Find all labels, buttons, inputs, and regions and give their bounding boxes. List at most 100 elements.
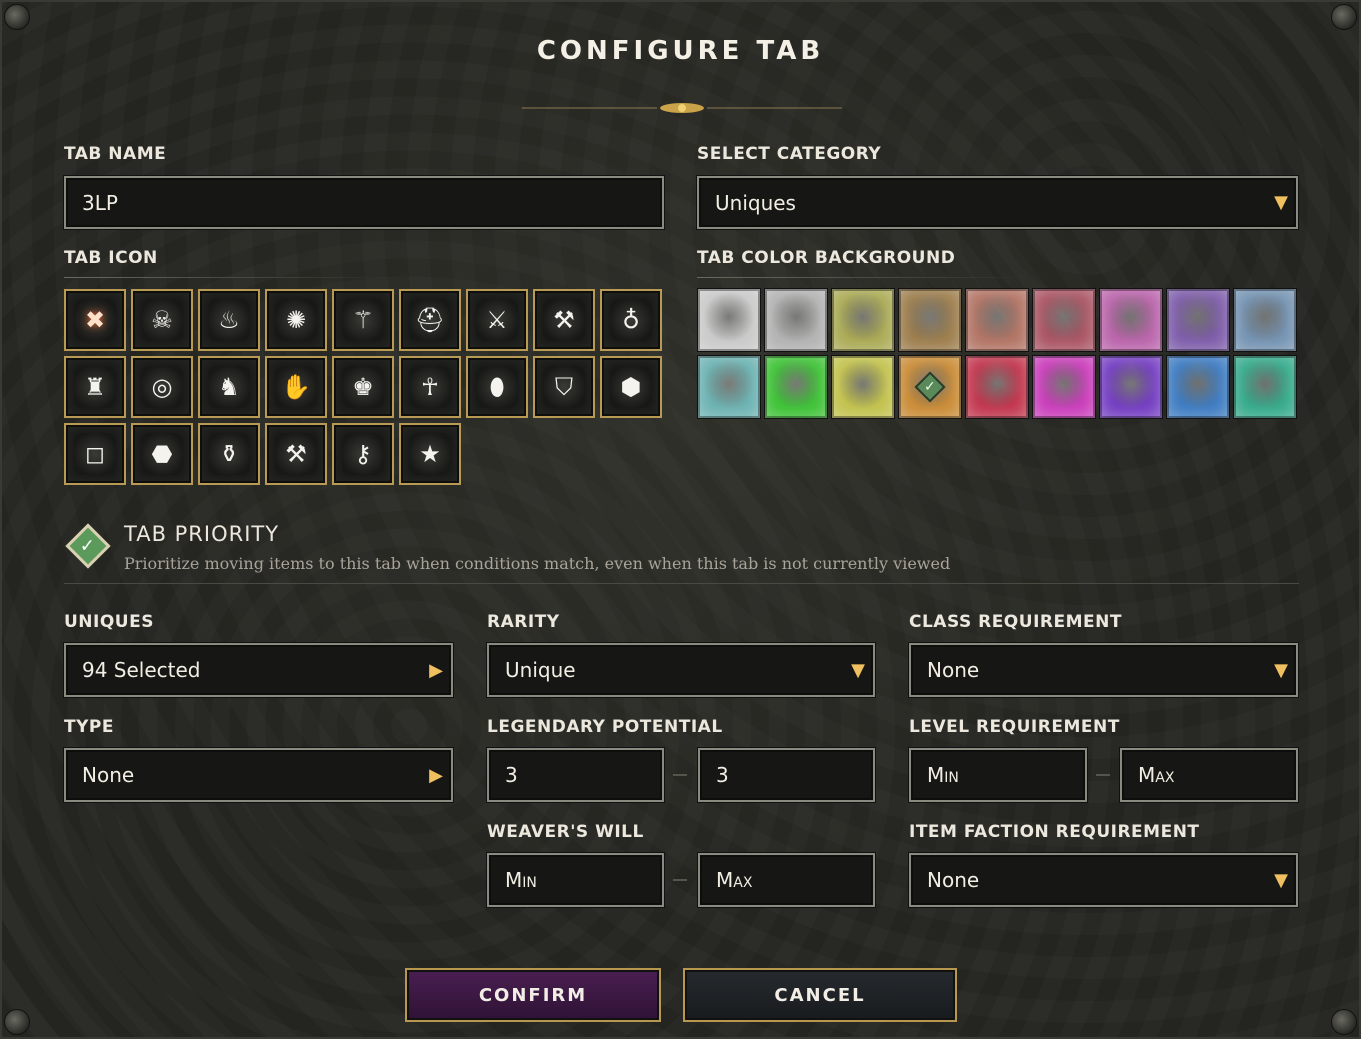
tab-color-swatch[interactable] xyxy=(697,288,761,352)
chevron-right-icon: ▶ xyxy=(429,659,443,681)
chevron-down-icon: ▼ xyxy=(1274,192,1288,213)
tab-icon-option[interactable]: ☠ xyxy=(131,289,193,351)
tab-color-swatch[interactable] xyxy=(1233,288,1297,352)
level-requirement-min-value: Min xyxy=(927,763,959,787)
corner-ornament xyxy=(4,4,30,30)
item-faction-requirement-label: ITEM FACTION REQUIREMENT xyxy=(909,822,1200,842)
item-faction-requirement-dropdown[interactable]: None ▼ xyxy=(909,853,1298,907)
legendary-potential-max-input[interactable]: 3 xyxy=(698,748,875,802)
tab-color-swatch[interactable] xyxy=(764,288,828,352)
uniques-label: UNIQUES xyxy=(64,612,154,632)
select-category-value: Uniques xyxy=(715,190,796,215)
weavers-will-max-value: Max xyxy=(716,868,753,892)
tab-color-swatch[interactable] xyxy=(965,355,1029,419)
helmet-icon: ♚ xyxy=(342,366,384,408)
potions-icon: ⚱ xyxy=(208,433,250,475)
tab-color-swatch[interactable] xyxy=(1032,355,1096,419)
tab-icon-option[interactable]: ⚷ xyxy=(332,423,394,485)
relic-icon: ⬮ xyxy=(476,366,518,408)
star-icon: ★ xyxy=(409,433,451,475)
selected-check-icon: ✓ xyxy=(914,371,946,403)
level-requirement-max-input[interactable]: Max xyxy=(1120,748,1298,802)
chevron-down-icon: ▼ xyxy=(851,659,865,681)
tab-icon-option[interactable]: ⬮ xyxy=(466,356,528,418)
tab-icon-option[interactable]: ⬣ xyxy=(131,423,193,485)
tab-color-swatch[interactable] xyxy=(831,288,895,352)
key-icon: ⚷ xyxy=(342,433,384,475)
sword-icon: ⚔ xyxy=(476,299,518,341)
armor-icon: ♜ xyxy=(74,366,116,408)
select-category-dropdown[interactable]: Uniques ▼ xyxy=(697,176,1298,229)
level-requirement-max-value: Max xyxy=(1138,763,1175,787)
rarity-label: RARITY xyxy=(487,612,560,632)
tab-name-label: TAB NAME xyxy=(64,144,167,164)
uniques-value: 94 Selected xyxy=(82,658,201,682)
tab-icon-option[interactable]: ✋ xyxy=(265,356,327,418)
gloves-icon: ✋ xyxy=(275,366,317,408)
tab-icon-option[interactable]: ⚒ xyxy=(533,289,595,351)
tab-icon-option[interactable]: ✖ xyxy=(64,289,126,351)
figures-icon: ⚚ xyxy=(342,299,384,341)
checkmark-icon: ✓ xyxy=(80,535,96,557)
tab-color-swatch[interactable] xyxy=(831,355,895,419)
tab-icon-label: TAB ICON xyxy=(64,248,158,268)
tab-color-swatch[interactable]: ✓ xyxy=(898,355,962,419)
section-divider xyxy=(64,583,1299,584)
tab-icon-option[interactable]: ⛉ xyxy=(533,356,595,418)
item-faction-requirement-value: None xyxy=(927,868,980,892)
tab-color-swatch[interactable] xyxy=(697,355,761,419)
tab-icon-option[interactable]: ♁ xyxy=(600,289,662,351)
tab-icon-option[interactable]: ⬢ xyxy=(600,356,662,418)
range-separator xyxy=(673,879,687,881)
amulet-icon: ☥ xyxy=(409,366,451,408)
tab-color-swatch[interactable] xyxy=(965,288,1029,352)
weavers-will-label: WEAVER'S WILL xyxy=(487,822,644,842)
tab-icon-option[interactable]: ⚔ xyxy=(466,289,528,351)
tab-icon-option[interactable]: ◎ xyxy=(131,356,193,418)
tab-name-value: 3LP xyxy=(82,190,118,215)
level-requirement-min-input[interactable]: Min xyxy=(909,748,1087,802)
weavers-will-max-input[interactable]: Max xyxy=(698,853,875,907)
tab-color-swatch[interactable] xyxy=(1032,288,1096,352)
tab-icon-option[interactable]: ♜ xyxy=(64,356,126,418)
axe-icon: ⚒ xyxy=(543,299,585,341)
tab-icon-option[interactable]: ☥ xyxy=(399,356,461,418)
tab-icon-option[interactable]: ⚒ xyxy=(265,423,327,485)
tab-icon-option[interactable]: ⛑ xyxy=(399,289,461,351)
cancel-button[interactable]: CANCEL xyxy=(683,968,957,1022)
tab-color-swatch[interactable] xyxy=(1166,288,1230,352)
tab-color-swatch[interactable] xyxy=(1233,355,1297,419)
tab-color-swatch[interactable] xyxy=(764,355,828,419)
tab-color-swatch[interactable] xyxy=(1166,355,1230,419)
type-selector[interactable]: None ▶ xyxy=(64,748,453,802)
tab-priority-title: TAB PRIORITY xyxy=(124,522,280,546)
confirm-button[interactable]: CONFIRM xyxy=(405,968,661,1022)
rarity-dropdown[interactable]: Unique ▼ xyxy=(487,643,875,697)
tab-icon-option[interactable]: ♞ xyxy=(198,356,260,418)
tab-icon-option[interactable]: ◻ xyxy=(64,423,126,485)
rune-icon: ⬢ xyxy=(610,366,652,408)
tab-icon-option[interactable]: ♚ xyxy=(332,356,394,418)
tab-color-swatch[interactable] xyxy=(1099,355,1163,419)
tab-icon-option[interactable]: ♨ xyxy=(198,289,260,351)
tab-priority-checkbox[interactable]: ✓ xyxy=(65,523,111,569)
tab-color-swatch[interactable] xyxy=(1099,288,1163,352)
skull-icon: ☠ xyxy=(141,299,183,341)
label-underline xyxy=(64,277,394,278)
cross-icon: ✖ xyxy=(74,299,116,341)
tab-icon-option[interactable]: ⚱ xyxy=(198,423,260,485)
tab-name-input[interactable]: 3LP xyxy=(64,176,664,229)
range-separator xyxy=(1096,774,1110,776)
select-category-label: SELECT CATEGORY xyxy=(697,144,882,164)
shield-icon: ⛉ xyxy=(543,366,585,408)
ring-icon: ◎ xyxy=(141,366,183,408)
uniques-selector[interactable]: 94 Selected ▶ xyxy=(64,643,453,697)
tab-icon-option[interactable]: ✺ xyxy=(265,289,327,351)
legendary-potential-min-input[interactable]: 3 xyxy=(487,748,664,802)
tab-icon-option[interactable]: ⚚ xyxy=(332,289,394,351)
class-requirement-dropdown[interactable]: None ▼ xyxy=(909,643,1298,697)
weavers-will-min-input[interactable]: Min xyxy=(487,853,664,907)
tab-color-swatch[interactable] xyxy=(898,288,962,352)
tab-icon-option[interactable]: ★ xyxy=(399,423,461,485)
corner-ornament xyxy=(4,1009,30,1035)
